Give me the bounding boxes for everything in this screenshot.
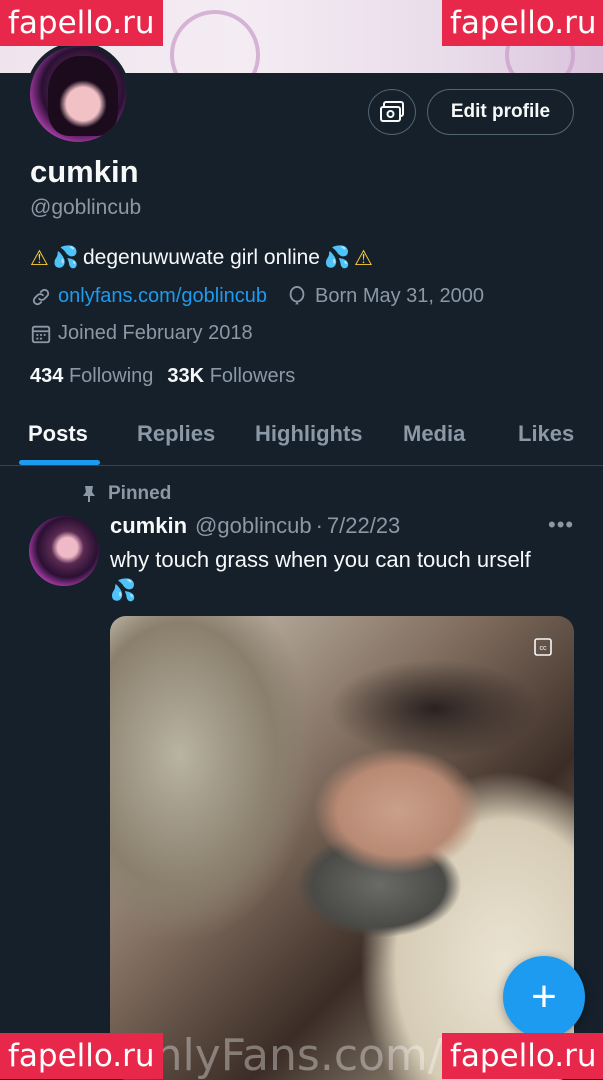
watermark: fapello.ru <box>442 1033 603 1079</box>
tab-likes[interactable]: Likes <box>518 421 574 447</box>
post-text-content: why touch grass when you can touch ursel… <box>110 547 531 572</box>
profile-link[interactable]: onlyfans.com/goblincub <box>58 285 267 308</box>
profile-meta-joined: Joined February 2018 <box>30 322 253 345</box>
post-author-avatar[interactable] <box>29 516 99 586</box>
join-date: Joined February 2018 <box>58 322 253 344</box>
following-link[interactable]: 434 Following <box>30 365 153 388</box>
monetization-button[interactable] <box>368 89 416 135</box>
following-label: Following <box>68 365 154 387</box>
pin-icon <box>83 486 95 502</box>
post-author-name[interactable]: cumkin <box>110 513 187 539</box>
watermark: fapello.ru <box>442 0 603 46</box>
bio-text: degenuwuwate girl online <box>82 245 320 269</box>
post-date[interactable]: 7/22/23 <box>327 513 400 539</box>
post-header: cumkin @goblincub · 7/22/23 <box>110 513 400 539</box>
more-options-icon[interactable]: ••• <box>548 512 574 538</box>
watermark: fapello.ru <box>0 1033 163 1079</box>
link-icon <box>32 288 50 305</box>
post-author-handle[interactable]: @goblincub <box>195 513 312 539</box>
balloon-icon <box>289 285 305 304</box>
tab-highlights[interactable]: Highlights <box>255 421 363 447</box>
active-tab-indicator <box>19 460 100 465</box>
calendar-icon <box>31 325 51 343</box>
watermark: fapello.ru <box>0 0 163 46</box>
followers-link[interactable]: 33K Followers <box>167 365 295 388</box>
compose-post-button[interactable]: + <box>503 956 585 1038</box>
tab-posts[interactable]: Posts <box>28 421 88 447</box>
following-count: 434 <box>30 365 64 387</box>
birth-date: Born May 31, 2000 <box>315 285 485 307</box>
profile-tabs: Posts Replies Highlights Media Likes <box>0 410 603 466</box>
money-icon <box>380 101 404 122</box>
tab-replies[interactable]: Replies <box>137 421 215 447</box>
profile-meta: onlyfans.com/goblincub Born May 31, 2000 <box>30 285 484 308</box>
sweat-droplets-icon: 💦 <box>110 578 137 602</box>
svg-text:cc: cc <box>540 645 548 652</box>
user-handle: @goblincub <box>30 196 142 219</box>
followers-label: Followers <box>209 365 296 387</box>
watermark: OnlyFans.com/go <box>120 1030 498 1080</box>
post-separator: · <box>315 513 323 538</box>
tab-media[interactable]: Media <box>403 421 465 447</box>
sweat-droplets-icon: 💦 <box>52 245 79 269</box>
profile-avatar[interactable] <box>26 42 130 146</box>
post-text: why touch grass when you can touch ursel… <box>110 545 580 605</box>
edit-profile-button[interactable]: Edit profile <box>427 89 574 135</box>
bio: ⚠ 💦 degenuwuwate girl online 💦 ⚠ <box>30 245 373 270</box>
banner-decoration <box>170 10 260 73</box>
follow-counts: 434 Following 33K Followers <box>30 365 295 388</box>
display-name: cumkin <box>30 154 139 189</box>
followers-count: 33K <box>167 365 205 387</box>
pinned-label: Pinned <box>108 483 172 504</box>
content-warning-icon: cc <box>534 638 552 656</box>
sweat-droplets-icon: 💦 <box>323 245 351 269</box>
pinned-indicator: Pinned <box>82 483 171 505</box>
warning-icon: ⚠ <box>354 245 373 270</box>
warning-icon: ⚠ <box>30 245 49 270</box>
